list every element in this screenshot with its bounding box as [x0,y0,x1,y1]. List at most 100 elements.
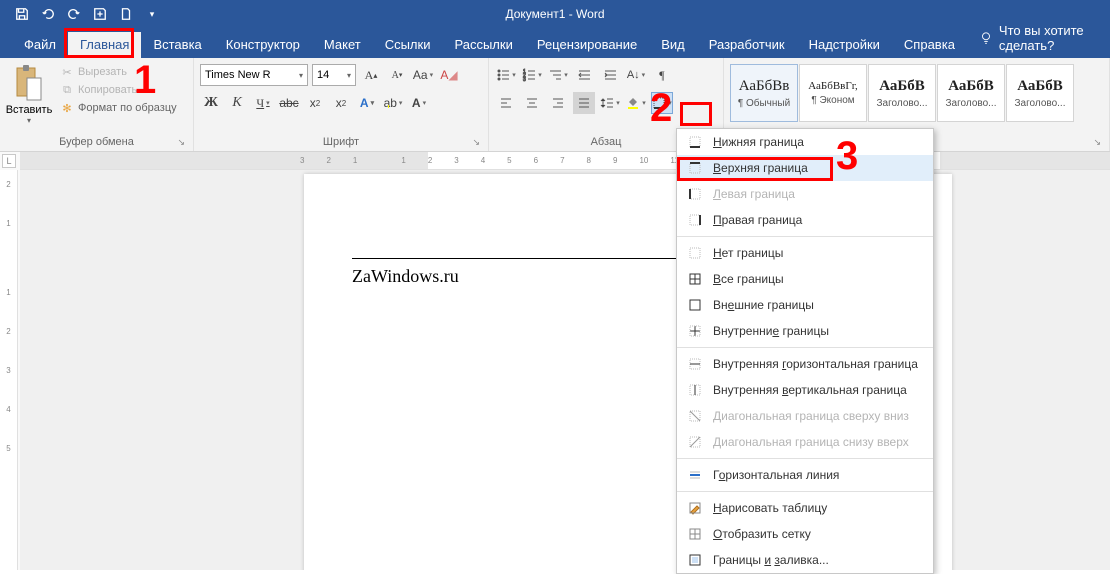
redo-icon[interactable] [62,2,86,26]
styles-launcher-icon[interactable]: ↘ [1093,137,1101,148]
style-heading1[interactable]: АаБбВЗаголово... [868,64,936,122]
save-icon[interactable] [10,2,34,26]
font-name-combo[interactable]: Times New R [200,64,308,86]
border-menu-item[interactable]: Все границы [677,266,933,292]
clear-format-button[interactable]: A◢ [438,64,460,86]
align-right-button[interactable] [547,92,569,114]
style-heading2[interactable]: АаБбВЗаголово... [937,64,1005,122]
border-type-icon [687,408,703,424]
show-marks-button[interactable]: ¶ [651,64,673,86]
tell-me-search[interactable]: Что вы хотите сделать? [967,18,1110,58]
font-color-button[interactable]: A [408,92,430,114]
increase-indent-button[interactable] [599,64,621,86]
border-menu-item[interactable]: Отобразить сетку [677,521,933,547]
border-type-icon [687,467,703,483]
tab-mailings[interactable]: Рассылки [442,32,524,58]
sort-button[interactable]: A↓ [625,64,647,86]
border-menu-label: Внутренние границы [713,324,829,338]
copy-button[interactable]: ⧉Копировать [58,82,179,98]
border-menu-item[interactable]: Внутренняя вертикальная граница [677,377,933,403]
strike-button[interactable]: abc [278,92,300,114]
border-menu-label: Границы и заливка... [713,553,829,567]
ribbon-tabs: Файл Главная Вставка Конструктор Макет С… [0,28,1110,58]
qat-more-icon[interactable]: ▾ [140,2,164,26]
italic-button[interactable]: К [226,92,248,114]
save-as-icon[interactable] [88,2,112,26]
multilevel-button[interactable] [547,64,569,86]
shading-button[interactable] [625,92,647,114]
highlight-button[interactable]: ab [382,92,404,114]
align-center-button[interactable] [521,92,543,114]
border-menu-item[interactable]: Правая граница [677,207,933,233]
borders-button[interactable] [651,92,673,114]
tab-addins[interactable]: Надстройки [797,32,892,58]
border-menu-item[interactable]: Внутренние границы [677,318,933,344]
title-bar: ▾ Документ1 - Word [0,0,1110,28]
tab-home[interactable]: Главная [68,32,141,58]
page-body-text[interactable]: ZaWindows.ru [352,266,459,287]
border-menu-item[interactable]: Горизонтальная линия [677,462,933,488]
tab-developer[interactable]: Разработчик [697,32,797,58]
tab-file[interactable]: Файл [12,32,68,58]
style-economy[interactable]: АаБбВвГг,¶ Эконом [799,64,867,122]
clipboard-launcher-icon[interactable]: ↘ [177,137,185,148]
styles-gallery[interactable]: АаБбВв¶ Обычный АаБбВвГг,¶ Эконом АаБбВЗ… [730,62,1103,133]
tab-review[interactable]: Рецензирование [525,32,649,58]
new-doc-icon[interactable] [114,2,138,26]
grow-font-button[interactable]: A▴ [360,64,382,86]
border-menu-label: Внутренняя вертикальная граница [713,383,907,397]
border-type-icon [687,297,703,313]
paste-button[interactable]: Вставить ▾ [6,62,52,125]
border-menu-label: Левая граница [713,187,795,201]
window-title: Документ1 - Word [505,7,604,21]
tab-insert[interactable]: Вставка [141,32,213,58]
bold-button[interactable]: Ж [200,92,222,114]
paste-label: Вставить [6,104,53,116]
decrease-indent-button[interactable] [573,64,595,86]
tab-view[interactable]: Вид [649,32,697,58]
border-menu-item[interactable]: Внутренняя горизонтальная граница [677,351,933,377]
page-area[interactable]: ZaWindows.ru [20,170,1110,570]
horizontal-ruler[interactable]: 3211234567891011121314151617 [20,152,1110,170]
border-type-icon [687,186,703,202]
border-menu-item[interactable]: Нижняя граница [677,129,933,155]
border-menu-item: Диагональная граница сверху вниз [677,403,933,429]
border-menu-item[interactable]: Нет границы [677,240,933,266]
justify-button[interactable] [573,92,595,114]
style-heading3[interactable]: АаБбВЗаголово... [1006,64,1074,122]
borders-dropdown-menu: Нижняя границаВерхняя граница Левая грани… [676,128,934,574]
numbering-button[interactable]: 123 [521,64,543,86]
superscript-button[interactable]: x2 [330,92,352,114]
underline-button[interactable]: Ч [252,92,274,114]
border-menu-item[interactable]: Верхняя граница [677,155,933,181]
change-case-button[interactable]: Aa [412,64,434,86]
subscript-button[interactable]: x2 [304,92,326,114]
tab-help[interactable]: Справка [892,32,967,58]
tab-layout[interactable]: Макет [312,32,373,58]
border-menu-item[interactable]: Границы и заливка... [677,547,933,573]
bullets-button[interactable] [495,64,517,86]
undo-icon[interactable] [36,2,60,26]
tab-references[interactable]: Ссылки [373,32,443,58]
shrink-font-button[interactable]: A▾ [386,64,408,86]
align-left-button[interactable] [495,92,517,114]
border-menu-label: Отобразить сетку [713,527,811,541]
text-effects-button[interactable]: A [356,92,378,114]
quick-access-toolbar: ▾ [0,2,164,26]
font-launcher-icon[interactable]: ↘ [472,137,480,148]
cut-button[interactable]: ✂Вырезать [58,64,179,80]
tab-design[interactable]: Конструктор [214,32,312,58]
border-menu-label: Внутренняя горизонтальная граница [713,357,918,371]
format-painter-button[interactable]: ✻Формат по образцу [58,100,179,116]
group-font: Times New R 14 A▴ A▾ Aa A◢ Ж К Ч abc x2 … [194,58,489,151]
border-type-icon [687,526,703,542]
border-menu-item[interactable]: Внешние границы [677,292,933,318]
border-menu-item[interactable]: Нарисовать таблицу [677,495,933,521]
style-normal[interactable]: АаБбВв¶ Обычный [730,64,798,122]
vertical-ruler[interactable]: 2112345 [0,170,18,570]
copy-icon: ⧉ [60,83,74,97]
border-menu-label: Диагональная граница снизу вверх [713,435,909,449]
ruler-corner[interactable]: L [2,154,16,168]
line-spacing-button[interactable] [599,92,621,114]
font-size-combo[interactable]: 14 [312,64,356,86]
